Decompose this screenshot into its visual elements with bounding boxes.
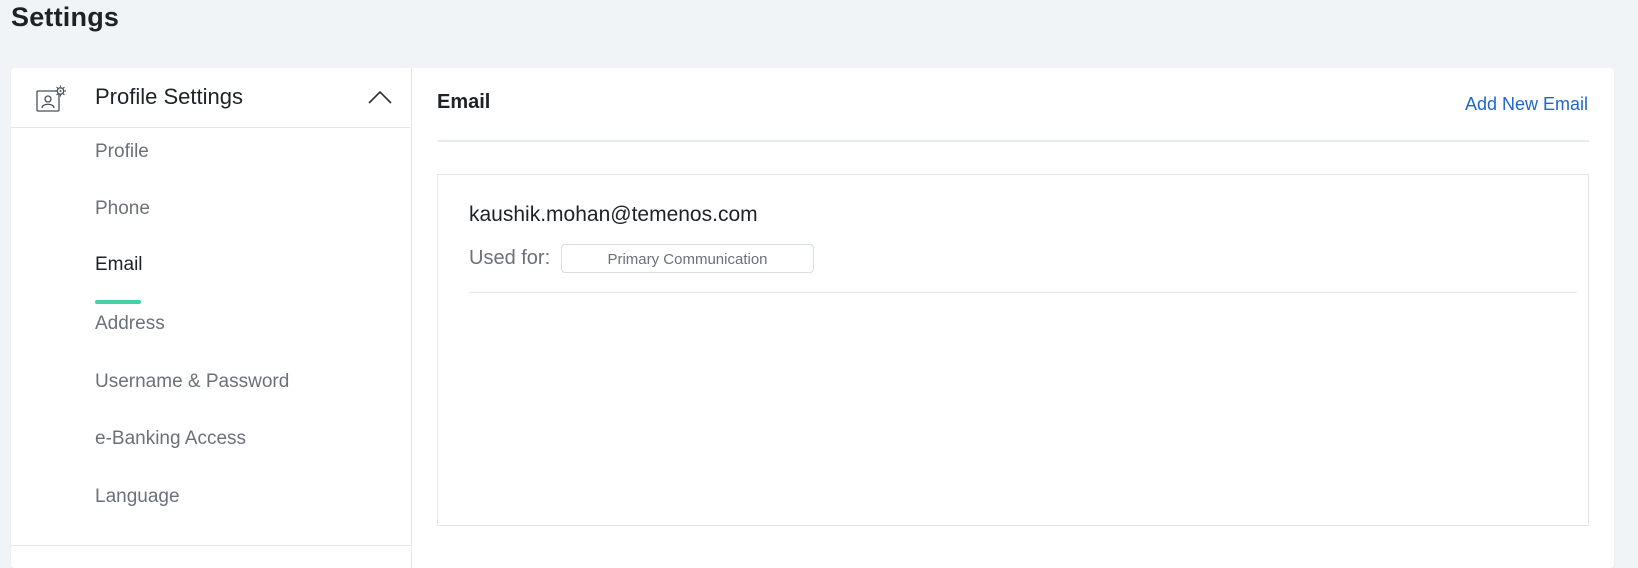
profile-settings-label: Profile Settings	[95, 84, 243, 109]
section-title: Email	[437, 91, 491, 113]
section-divider	[437, 140, 1589, 142]
sidebar: Profile Settings Profile Phone Email Add…	[11, 68, 412, 568]
add-new-email-link[interactable]: Add New Email	[1465, 94, 1588, 115]
sidebar-divider	[11, 545, 411, 546]
email-list-panel: kaushik.mohan@temenos.com Used for: Prim…	[437, 174, 1589, 526]
used-for-label: Used for:	[469, 247, 551, 269]
profile-settings-header[interactable]: Profile Settings	[11, 68, 411, 128]
sidebar-item-email[interactable]: Email	[95, 254, 143, 276]
email-row-divider	[469, 292, 1577, 293]
active-tab-indicator	[95, 300, 141, 304]
sidebar-item-profile[interactable]: Profile	[95, 141, 149, 163]
sidebar-item-username-password[interactable]: Username & Password	[95, 371, 289, 393]
sidebar-item-language[interactable]: Language	[95, 486, 180, 508]
profile-settings-icon	[36, 85, 66, 112]
sidebar-item-address[interactable]: Address	[95, 313, 165, 335]
sidebar-item-phone[interactable]: Phone	[95, 198, 150, 220]
usage-badge: Primary Communication	[561, 244, 814, 273]
chevron-up-icon[interactable]	[367, 88, 393, 106]
email-address: kaushik.mohan@temenos.com	[469, 203, 758, 226]
settings-card: Profile Settings Profile Phone Email Add…	[11, 68, 1614, 568]
page-title: Settings	[11, 2, 120, 32]
sidebar-item-ebanking-access[interactable]: e-Banking Access	[95, 428, 246, 450]
